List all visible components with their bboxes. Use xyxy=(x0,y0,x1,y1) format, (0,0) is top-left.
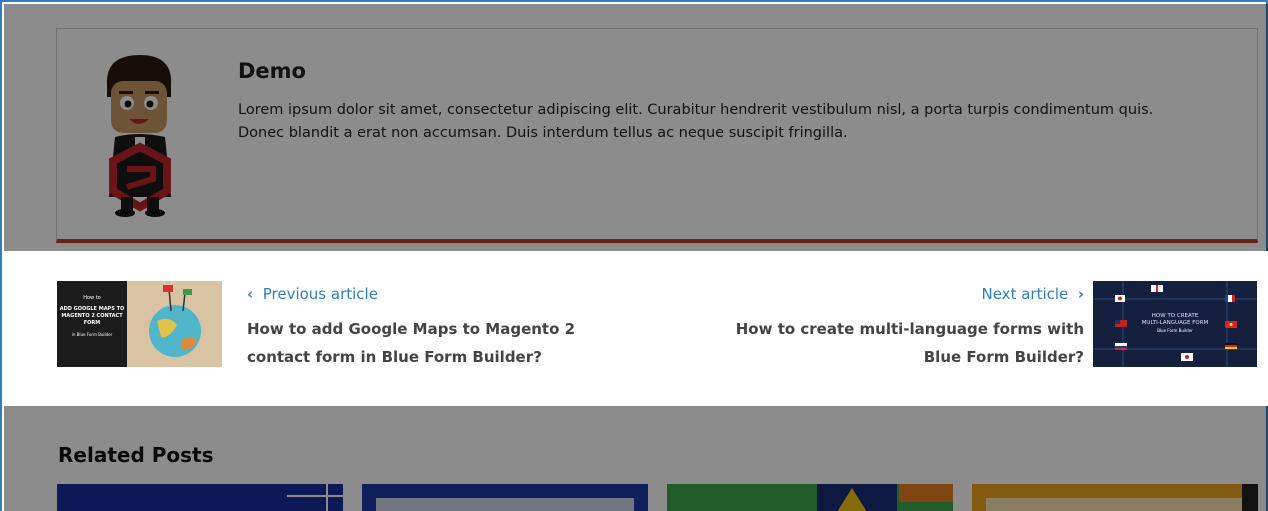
previous-article-title[interactable]: How to add Google Maps to Magento 2 cont… xyxy=(247,315,607,371)
page-frame: Demo Lorem ipsum dolor sit amet, consect… xyxy=(0,0,1268,511)
prev-thumb-text-2: ADD GOOGLE MAPS TO MAGENTO 2 CONTACT FOR… xyxy=(59,306,125,326)
next-thumb-text-2: MULTI-LANGUAGE FORM xyxy=(1141,320,1209,326)
next-article-label: Next article xyxy=(981,285,1069,303)
next-article-title[interactable]: How to create multi-language forms with … xyxy=(704,315,1084,371)
next-thumb-text-3: Blue Form Builder xyxy=(1157,328,1193,333)
next-article-thumbnail[interactable]: HOW TO CREATE MULTI-LANGUAGE FORM Blue F… xyxy=(1093,281,1257,367)
overlay-bottom xyxy=(4,406,1268,511)
post-navigation: How to ADD GOOGLE MAPS TO MAGENTO 2 CONT… xyxy=(42,251,1268,406)
chevron-right-icon: › xyxy=(1077,285,1084,303)
chevron-left-icon: ‹ xyxy=(247,285,254,303)
previous-article-label: Previous article xyxy=(262,285,378,303)
prev-thumb-text-3: in Blue Form Builder xyxy=(71,332,113,337)
previous-article-thumbnail[interactable]: How to ADD GOOGLE MAPS TO MAGENTO 2 CONT… xyxy=(57,281,222,367)
next-thumb-text-1: HOW TO CREATE xyxy=(1151,313,1199,319)
previous-article-link[interactable]: ‹ Previous article xyxy=(247,285,378,303)
overlay-top xyxy=(4,4,1268,251)
prev-thumb-text-1: How to xyxy=(83,295,101,301)
next-article-link[interactable]: Next article › xyxy=(982,285,1085,303)
